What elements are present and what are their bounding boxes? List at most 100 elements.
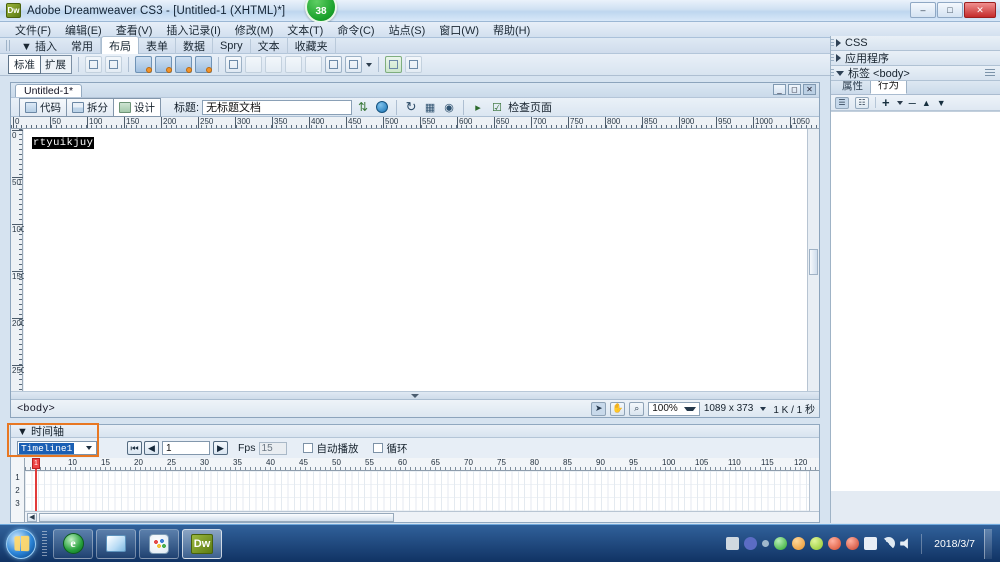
tag-selector[interactable]: <body> xyxy=(17,403,55,415)
start-button[interactable] xyxy=(6,528,36,559)
document-tab[interactable]: Untitled-1* xyxy=(15,84,83,97)
tray-input-method-icon[interactable] xyxy=(744,537,758,550)
insert-row-above-icon[interactable] xyxy=(245,56,262,73)
panel-grip[interactable] xyxy=(830,39,834,48)
menu-item-insert[interactable]: 插入记录(I) xyxy=(159,22,227,38)
move-down-button[interactable]: ▼ xyxy=(937,98,946,108)
timeline-ruler[interactable]: 5 10 15 20 25 30 35 40 45 50 55 60 65 70… xyxy=(25,458,819,471)
menu-item-site[interactable]: 站点(S) xyxy=(382,22,433,38)
insert-tab-forms[interactable]: 表单 xyxy=(139,36,176,55)
file-management-icon[interactable]: ⇅ xyxy=(355,100,371,115)
design-view-button[interactable]: 设计 xyxy=(114,98,160,116)
menu-item-window[interactable]: 窗口(W) xyxy=(432,22,486,38)
tray-app-lime-icon[interactable] xyxy=(810,537,824,550)
panel-header-tag[interactable]: 标签 <body> xyxy=(830,66,1000,81)
insert-tab-layout[interactable]: 布局 xyxy=(100,35,139,56)
visual-aids-icon[interactable]: ◉ xyxy=(441,100,457,115)
selected-text[interactable]: rtyuikjuy xyxy=(32,137,95,149)
insert-tab-favorites[interactable]: 收藏夹 xyxy=(288,36,336,55)
document-minimize-button[interactable]: _ xyxy=(773,84,786,95)
scrollbar-thumb[interactable] xyxy=(39,513,394,522)
insert-column-left-icon[interactable] xyxy=(285,56,302,73)
insert-tab-common[interactable]: 常用 xyxy=(64,36,101,55)
preview-in-browser-icon[interactable] xyxy=(374,100,390,115)
panel-options-icon[interactable] xyxy=(985,69,995,78)
insert-iframe-icon[interactable] xyxy=(405,56,422,73)
tray-expand-icon[interactable] xyxy=(762,540,770,547)
page-title-input[interactable]: 无标题文档 xyxy=(202,99,353,115)
window-size-value[interactable]: 1089 x 373 xyxy=(704,403,754,414)
taskbar-item-paint[interactable] xyxy=(139,528,179,559)
check-page-icon[interactable]: ☑ xyxy=(489,100,505,115)
add-behavior-button[interactable]: + xyxy=(882,96,890,109)
spry-tabbed-panels-icon[interactable] xyxy=(155,56,172,73)
check-page-label[interactable]: 检查页面 xyxy=(508,99,552,115)
tray-volume-icon[interactable] xyxy=(900,538,908,549)
insert-tab-data[interactable]: 数据 xyxy=(176,36,213,55)
chevron-down-icon[interactable] xyxy=(760,406,767,411)
spry-menu-bar-icon[interactable] xyxy=(135,56,152,73)
chevron-right-icon[interactable] xyxy=(836,39,841,47)
autoplay-checkbox[interactable] xyxy=(302,443,313,453)
taskbar-item-windows-explorer[interactable] xyxy=(96,528,136,559)
spry-accordion-icon[interactable] xyxy=(175,56,192,73)
layout-mode-standard-button[interactable]: 标准 xyxy=(8,55,41,74)
scrollbar-thumb[interactable] xyxy=(809,249,818,275)
menu-item-modify[interactable]: 修改(M) xyxy=(228,22,281,38)
next-frame-button[interactable]: ▶ xyxy=(213,441,228,455)
document-restore-button[interactable]: ◻ xyxy=(788,84,801,95)
insert-div-tag-icon[interactable] xyxy=(85,56,102,73)
show-set-events-icon[interactable]: ☰ xyxy=(835,96,849,109)
autoplay-label[interactable]: 自动播放 xyxy=(317,441,359,456)
panel-header-application[interactable]: 应用程序 xyxy=(830,51,1000,66)
panel-grip[interactable] xyxy=(830,69,834,78)
code-view-button[interactable]: 代码 xyxy=(20,98,67,116)
loop-checkbox[interactable] xyxy=(372,443,383,453)
remove-behavior-button[interactable]: – xyxy=(909,96,916,109)
behaviors-list[interactable] xyxy=(831,111,1000,491)
taskbar-item-dreamweaver[interactable]: Dw xyxy=(182,528,222,559)
validate-markup-icon[interactable]: ▸ xyxy=(470,100,486,115)
timeline-playhead-frame[interactable]: 1 xyxy=(32,458,40,469)
split-view-button[interactable]: 拆分 xyxy=(67,98,114,116)
draw-ap-div-icon[interactable] xyxy=(105,56,122,73)
scroll-left-icon[interactable]: ◀ xyxy=(27,513,37,522)
tray-app-orange-icon[interactable] xyxy=(792,537,806,550)
minimize-button[interactable]: – xyxy=(910,2,936,18)
tray-app-red2-icon[interactable] xyxy=(846,537,860,550)
insert-fluid-grid-icon[interactable] xyxy=(385,56,402,73)
chevron-right-icon[interactable] xyxy=(836,54,841,62)
tray-app-blue-icon[interactable] xyxy=(864,537,878,550)
tray-app-red-icon[interactable] xyxy=(828,537,842,550)
menu-item-file[interactable]: 文件(F) xyxy=(8,22,58,38)
insert-column-right-icon[interactable] xyxy=(305,56,322,73)
maximize-button[interactable]: □ xyxy=(937,2,963,18)
panel-header-css[interactable]: CSS xyxy=(830,36,1000,51)
insert-frame-icon[interactable] xyxy=(325,56,342,73)
previous-frame-button[interactable]: ◀ xyxy=(144,441,159,455)
insert-bar-label[interactable]: ▼ 插入 xyxy=(14,37,64,55)
view-options-icon[interactable]: ▦ xyxy=(422,100,438,115)
menu-item-edit[interactable]: 编辑(E) xyxy=(58,22,109,38)
layout-mode-expanded-button[interactable]: 扩展 xyxy=(40,56,71,73)
timeline-panel-header[interactable]: ▼ 时间轴 xyxy=(11,425,819,438)
insert-tab-spry[interactable]: Spry xyxy=(213,38,251,53)
taskbar-item-internet-explorer[interactable]: e xyxy=(53,528,93,559)
fps-input[interactable]: 15 xyxy=(258,441,287,455)
panel-grip[interactable] xyxy=(830,54,834,63)
chevron-down-icon[interactable] xyxy=(896,100,903,105)
document-splitter[interactable] xyxy=(11,391,819,399)
tray-network-icon[interactable] xyxy=(882,537,896,550)
hand-tool-icon[interactable]: ✋ xyxy=(610,401,626,416)
chevron-down-icon[interactable] xyxy=(836,70,844,76)
zoom-selector[interactable]: 100% xyxy=(648,401,700,416)
timeline-vertical-scrollbar[interactable] xyxy=(809,471,819,511)
close-button[interactable]: ✕ xyxy=(964,2,996,18)
rewind-button[interactable]: ⏮ xyxy=(127,441,142,455)
show-desktop-button[interactable] xyxy=(984,528,992,559)
menu-item-help[interactable]: 帮助(H) xyxy=(486,22,537,38)
canvas-vertical-scrollbar[interactable] xyxy=(807,129,819,397)
insert-bar-grip[interactable] xyxy=(6,40,11,51)
timeline-selector[interactable]: Timeline1 xyxy=(17,441,97,455)
tray-app-green-icon[interactable] xyxy=(774,537,788,550)
